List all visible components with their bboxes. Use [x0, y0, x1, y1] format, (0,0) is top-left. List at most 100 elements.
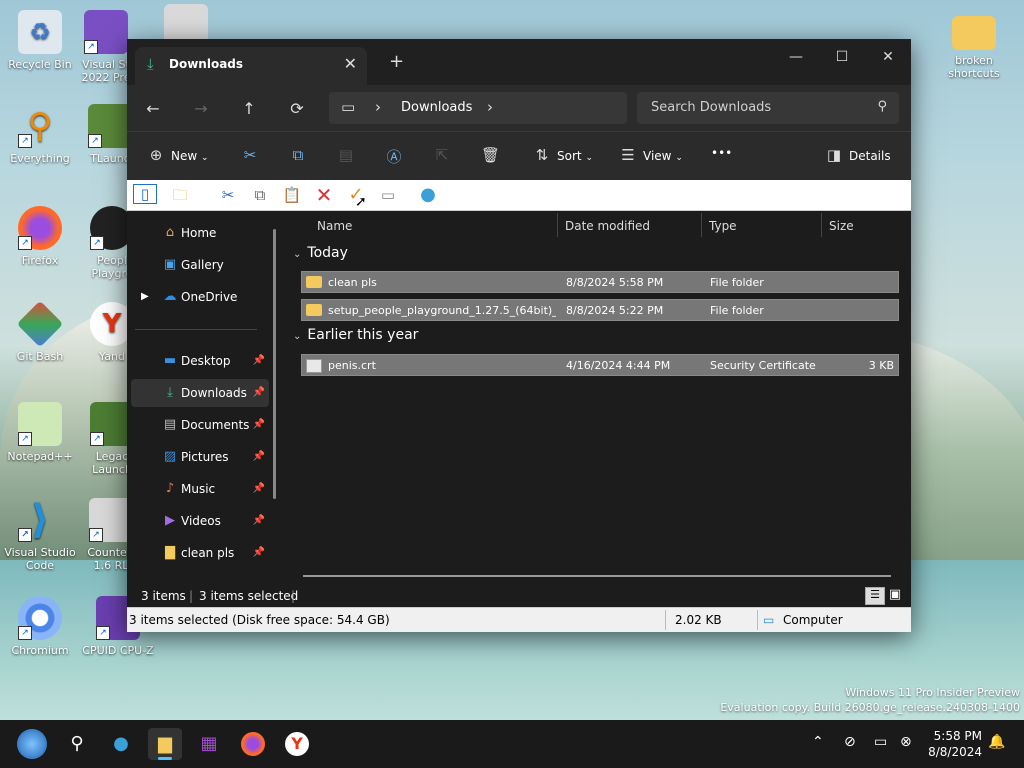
shell-icon[interactable]: ● [417, 184, 439, 206]
group-header-earlier-this-year[interactable]: ⌄ Earlier this year [293, 327, 418, 343]
sidebar-item-gallery[interactable]: ▣ Gallery [131, 251, 269, 279]
tiles-view-icon[interactable]: ▣ [887, 587, 903, 603]
sort-button[interactable]: ⇅ Sort ⌄ [533, 146, 593, 164]
view-button[interactable]: ☰ View ⌄ [619, 146, 683, 164]
new-tab-button[interactable]: + [389, 51, 404, 72]
search-button[interactable]: ⚲ [60, 728, 94, 760]
desktop-icon-broken-shortcuts[interactable]: broken shortcuts [934, 10, 1014, 80]
column-header-date[interactable]: Date modified [565, 219, 650, 233]
watermark-line: Windows 11 Pro Insider Preview [845, 686, 1020, 699]
more-options-button[interactable]: ••• [711, 146, 732, 160]
new-button[interactable]: ⊕ New ⌄ [147, 146, 209, 164]
column-divider[interactable] [821, 213, 822, 237]
sidebar-item-clean-pls[interactable]: ▇ clean pls 📌 [131, 539, 269, 567]
download-icon: ⤓ [167, 385, 173, 400]
dropdown-arrow-icon[interactable]: ▼ [195, 184, 217, 206]
group-header-today[interactable]: ⌄ Today [293, 245, 348, 261]
breadcrumb-separator: › [375, 98, 381, 116]
folder-icon [306, 304, 322, 316]
file-row[interactable]: penis.crt 4/16/2024 4:44 PM Security Cer… [301, 354, 899, 376]
details-pane-icon: ◨ [826, 146, 842, 164]
forward-button[interactable]: → [189, 97, 213, 121]
sidebar-item-music[interactable]: ♪ Music 📌 [131, 475, 269, 503]
show-hidden-icons-chevron[interactable]: ⌃ [812, 734, 824, 750]
command-bar: ⊕ New ⌄ ✂ ⧉ ▤ Ⓐ ⇱ 🗑 ⇅ Sort ⌄ ☰ View ⌄ ••• ◨… [127, 131, 911, 180]
minimize-button[interactable]: — [773, 43, 819, 71]
close-window-button[interactable]: ✕ [865, 43, 911, 71]
desktop-icon-everything[interactable]: ⚲ ↗ Everything [0, 104, 80, 165]
mouse-cursor: ➚ [355, 194, 367, 210]
copy-button[interactable]: ⧉ [289, 146, 313, 164]
properties-icon[interactable]: ▭ [377, 184, 399, 206]
pane-toggle-icon[interactable]: ▯ [133, 184, 157, 204]
taskbar-winrar[interactable]: ▦ [192, 728, 226, 760]
delete-icon[interactable]: ✕ [313, 184, 335, 206]
taskbar-yandex[interactable]: Y [280, 728, 314, 760]
rename-button[interactable]: Ⓐ [385, 146, 409, 167]
paste-icon[interactable]: 📋 [281, 184, 303, 206]
file-row[interactable]: setup_people_playground_1.27.5_(64bit)_.… [301, 299, 899, 321]
sidebar-scrollbar[interactable] [273, 229, 276, 499]
column-divider[interactable] [557, 213, 558, 237]
taskbar-file-explorer[interactable]: ▆ [148, 728, 182, 760]
column-header-type[interactable]: Type [709, 219, 737, 233]
copy-icon[interactable]: ⧉ [249, 184, 271, 206]
refresh-button[interactable]: ⟳ [285, 97, 309, 121]
column-header-size[interactable]: Size [829, 219, 854, 233]
taskbar: ⚲ ● ▆ ▦ Y ⌃ ⊘ ▭ ⊗ 5:58 PM 8/8/2024 🔔 [0, 720, 1024, 768]
title-bar[interactable]: ⤓ Downloads ✕ + — ☐ ✕ [127, 39, 911, 85]
horizontal-scrollbar[interactable] [303, 575, 891, 577]
chevron-down-icon: ⌄ [585, 153, 593, 163]
network-icon[interactable]: ⊘ [844, 734, 856, 750]
search-box[interactable]: Search Downloads ⚲ [637, 92, 899, 124]
maximize-button[interactable]: ☐ [819, 43, 865, 71]
sidebar-item-desktop[interactable]: ▬ Desktop 📌 [131, 347, 269, 375]
desktop-icon-vscode[interactable]: ⟩ ↗ Visual Studio Code [0, 498, 80, 572]
location-label: Computer [783, 613, 843, 627]
selection-info: 3 items selected (Disk free space: 54.4 … [129, 613, 390, 627]
sidebar-label: Downloads [181, 386, 247, 400]
sidebar-item-pictures[interactable]: ▨ Pictures 📌 [131, 443, 269, 471]
back-button[interactable]: ← [141, 97, 165, 121]
file-row[interactable]: clean pls 8/8/2024 5:58 PM File folder [301, 271, 899, 293]
tab-downloads[interactable]: ⤓ Downloads ✕ [135, 47, 367, 85]
volume-icon[interactable]: ⊗ [900, 734, 912, 750]
delete-button[interactable]: 🗑 [481, 146, 505, 164]
desktop-icon-git-bash[interactable]: Git Bash [0, 300, 80, 363]
file-name: setup_people_playground_1.27.5_(64bit)_.… [328, 304, 556, 317]
address-bar[interactable]: ▭ › Downloads › [329, 92, 627, 124]
computer-icon: ▭ [763, 613, 775, 627]
desktop-icon-chromium[interactable]: ↗ Chromium [0, 596, 80, 657]
start-button[interactable] [14, 728, 50, 760]
details-button[interactable]: ◨ Details [825, 146, 891, 164]
details-view-icon[interactable]: ☰ [865, 587, 885, 605]
breadcrumb-downloads[interactable]: Downloads [401, 100, 472, 115]
share-button[interactable]: ⇱ [433, 146, 457, 164]
notification-bell-icon[interactable]: 🔔 [988, 734, 1005, 750]
desktop-icon-notepad[interactable]: ↗ Notepad++ [0, 402, 80, 463]
windows-watermark: Windows 11 Pro Insider Preview Evaluatio… [720, 685, 1020, 715]
sidebar-item-documents[interactable]: ▤ Documents 📌 [131, 411, 269, 439]
clock[interactable]: 5:58 PM 8/8/2024 [928, 728, 982, 760]
search-placeholder: Search Downloads [651, 100, 772, 115]
cut-icon[interactable]: ✂ [217, 184, 239, 206]
desktop-icon-firefox[interactable]: ↗ Firefox [0, 206, 80, 267]
column-divider[interactable] [701, 213, 702, 237]
up-button[interactable]: ↑ [237, 97, 261, 121]
search-icon: ⚲ [877, 99, 887, 114]
breadcrumb-separator[interactable]: › [487, 98, 493, 116]
display-icon[interactable]: ▭ [874, 734, 887, 750]
sidebar-item-downloads[interactable]: ⤓ Downloads 📌 [131, 379, 269, 407]
cut-button[interactable]: ✂ [241, 146, 265, 164]
sidebar-item-home[interactable]: ⌂ Home [131, 219, 269, 247]
paste-button[interactable]: ▤ [337, 146, 361, 164]
folder-options-icon[interactable]: 🗀 [169, 184, 191, 206]
taskbar-firefox[interactable] [236, 728, 270, 760]
desktop-icon-recycle-bin[interactable]: ♻ Recycle Bin [0, 10, 80, 71]
close-tab-icon[interactable]: ✕ [344, 54, 357, 73]
column-header-name[interactable]: Name [317, 219, 352, 233]
file-explorer-window[interactable]: ⤓ Downloads ✕ + — ☐ ✕ ← → ↑ ⟳ ▭ › Downlo… [127, 39, 911, 632]
taskbar-shell-icon[interactable]: ● [104, 728, 138, 760]
sidebar-item-videos[interactable]: ▶ Videos 📌 [131, 507, 269, 535]
sidebar-item-onedrive[interactable]: ▶ ☁ OneDrive [131, 283, 269, 311]
